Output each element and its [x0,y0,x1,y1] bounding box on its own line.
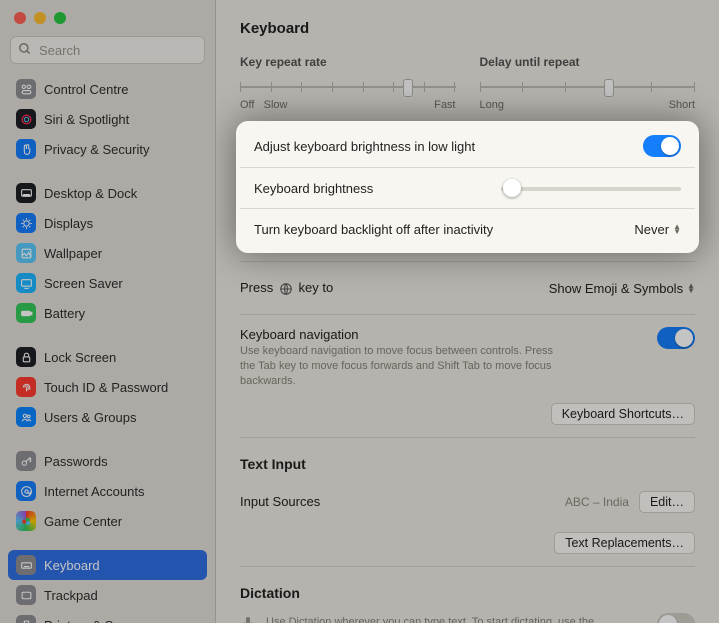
keyboard-icon [16,555,36,575]
delay-until-repeat-slider[interactable] [480,77,696,97]
wallpaper-icon [16,243,36,263]
search-input[interactable] [10,36,205,64]
settings-nav: Control Centre Siri & Spotlight Privacy & … [8,74,207,623]
users-icon [16,407,36,427]
chevron-up-down-icon: ▲▼ [687,283,695,293]
sidebar-item-label: Wallpaper [44,246,102,261]
sidebar-item-printers-scanners[interactable]: Printers & Scanners [8,610,207,623]
sidebar-item-label: Siri & Spotlight [44,112,129,127]
sidebar-item-label: Touch ID & Password [44,380,168,395]
sidebar-item-label: Displays [44,216,93,231]
sidebar-item-label: Desktop & Dock [44,186,137,201]
sidebar-item-game-center[interactable]: Game Center [8,506,207,536]
sidebar-item-internet-accounts[interactable]: Internet Accounts [8,476,207,506]
window-traffic-lights [8,10,207,34]
printer-icon [16,615,36,623]
dictation-heading: Dictation [240,585,695,601]
chevron-up-down-icon: ▲▼ [673,224,681,234]
sidebar-item-control-centre[interactable]: Control Centre [8,74,207,104]
at-icon [16,481,36,501]
sidebar-item-label: Privacy & Security [44,142,149,157]
globe-key-action-value: Show Emoji & Symbols [549,281,683,296]
input-sources-value: ABC – India [565,495,629,509]
sidebar-item-displays[interactable]: Displays [8,208,207,238]
sidebar-item-privacy-security[interactable]: Privacy & Security [8,134,207,164]
gamecenter-icon [16,511,36,531]
key-repeat-rate-slider[interactable] [240,77,456,97]
battery-icon [16,303,36,323]
globe-key-label: Press key to [240,280,333,296]
screensaver-icon [16,273,36,293]
keyboard-brightness-slider[interactable] [501,178,681,198]
hand-icon [16,139,36,159]
keyboard-navigation-label: Keyboard navigation [240,327,570,342]
slider-end-slow: Slow [264,99,288,111]
siri-icon [16,109,36,129]
key-icon [16,451,36,471]
lock-icon [16,347,36,367]
microphone-icon [240,615,256,623]
sidebar-item-label: Printers & Scanners [44,618,160,623]
sidebar-item-label: Lock Screen [44,350,116,365]
sidebar-item-label: Game Center [44,514,122,529]
sidebar-item-lock-screen[interactable]: Lock Screen [8,342,207,372]
fingerprint-icon [16,377,36,397]
text-replacements-button[interactable]: Text Replacements… [554,532,695,554]
input-sources-label: Input Sources [240,494,320,509]
minimize-window-button[interactable] [34,12,46,24]
keyboard-navigation-desc: Use keyboard navigation to move focus be… [240,344,570,389]
keyboard-navigation-toggle[interactable] [657,327,695,349]
keyboard-settings-pane: Keyboard Key repeat rate Off Slow Fast D… [216,0,719,623]
slider-end-fast: Fast [434,99,455,111]
close-window-button[interactable] [14,12,26,24]
sidebar-item-screen-saver[interactable]: Screen Saver [8,268,207,298]
search-icon [18,42,32,56]
zoom-window-button[interactable] [54,12,66,24]
sidebar-item-label: Battery [44,306,85,321]
dictation-toggle[interactable] [657,613,695,623]
sidebar-item-trackpad[interactable]: Trackpad [8,580,207,610]
backlight-off-value: Never [634,222,669,237]
sidebar: Control Centre Siri & Spotlight Privacy & … [0,0,216,623]
sidebar-item-siri-spotlight[interactable]: Siri & Spotlight [8,104,207,134]
sidebar-item-label: Keyboard [44,558,100,573]
sidebar-item-desktop-dock[interactable]: Desktop & Dock [8,178,207,208]
key-repeat-rate-label: Key repeat rate [240,55,456,69]
keyboard-shortcuts-button[interactable]: Keyboard Shortcuts… [551,403,695,425]
backlight-off-dropdown[interactable]: Never ▲▼ [634,222,681,237]
keyboard-brightness-label: Keyboard brightness [254,181,373,196]
sidebar-item-label: Internet Accounts [44,484,144,499]
delay-until-repeat-label: Delay until repeat [480,55,696,69]
dictation-desc: Use Dictation wherever you can type text… [266,615,626,623]
dock-icon [16,183,36,203]
globe-icon [279,282,293,296]
slider-end-long: Long [480,99,504,111]
sidebar-item-label: Users & Groups [44,410,136,425]
sidebar-item-label: Trackpad [44,588,98,603]
sidebar-item-passwords[interactable]: Passwords [8,446,207,476]
displays-icon [16,213,36,233]
page-title: Keyboard [240,20,695,37]
slider-end-short: Short [669,99,695,111]
sidebar-item-touch-id-password[interactable]: Touch ID & Password [8,372,207,402]
sidebar-item-label: Screen Saver [44,276,123,291]
sidebar-item-wallpaper[interactable]: Wallpaper [8,238,207,268]
sidebar-item-keyboard[interactable]: Keyboard [8,550,207,580]
sidebar-item-users-groups[interactable]: Users & Groups [8,402,207,432]
sidebar-item-label: Passwords [44,454,108,469]
sidebar-item-label: Control Centre [44,82,129,97]
backlight-off-label: Turn keyboard backlight off after inacti… [254,222,493,237]
text-input-heading: Text Input [240,456,695,472]
trackpad-icon [16,585,36,605]
slider-end-off: Off [240,99,254,111]
keyboard-brightness-panel: Adjust keyboard brightness in low light … [240,125,695,249]
auto-brightness-toggle[interactable] [643,135,681,157]
globe-key-action-dropdown[interactable]: Show Emoji & Symbols ▲▼ [549,281,695,296]
control-centre-icon [16,79,36,99]
sidebar-item-battery[interactable]: Battery [8,298,207,328]
edit-input-sources-button[interactable]: Edit… [639,491,695,513]
auto-brightness-label: Adjust keyboard brightness in low light [254,139,475,154]
